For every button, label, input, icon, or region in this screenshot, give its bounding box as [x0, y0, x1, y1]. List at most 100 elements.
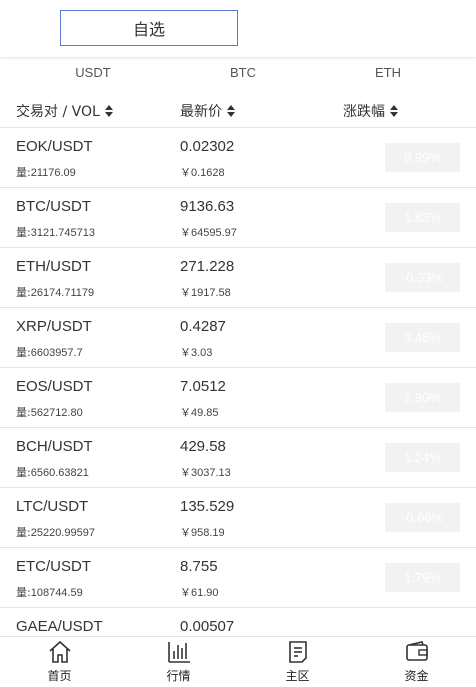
volume: 量:21176.09 [16, 164, 76, 180]
volume-prefix: 量: [16, 526, 31, 539]
change-badge: 9.99% [385, 143, 460, 172]
column-label-latest-price: 最新价 [180, 104, 222, 120]
bottom-nav: 首页 行情 主区 资金 [0, 636, 476, 687]
tab-eth[interactable]: ETH [338, 65, 438, 80]
market-list[interactable]: EOK/USDT 量:21176.09 0.02302 ￥0.1628 9.99% BTC… [0, 128, 476, 636]
tab-usdt[interactable]: USDT [43, 65, 143, 80]
volume-prefix: 量: [16, 586, 31, 599]
volume-prefix: 量: [16, 286, 31, 299]
pair-name: EOK/USDT [16, 138, 93, 155]
volume: 量:3121.745713 [16, 224, 95, 240]
nav-home-label: 首页 [47, 669, 72, 683]
volume: 量:562712.80 [16, 404, 83, 420]
latest-price: 0.02302 [180, 138, 235, 155]
cny-price: ￥0.1628 [180, 164, 225, 180]
latest-price: 7.0512 [180, 378, 226, 395]
column-header: 交易对 / VOL 最新价 涨跌幅 [0, 92, 476, 128]
table-row[interactable]: ETC/USDT 量:108744.59 8.755 ￥61.90 1.79% [0, 548, 476, 608]
top-bar: 自选 [0, 0, 476, 57]
cny-value: 0.1628 [191, 167, 225, 179]
pair-name: ETH/USDT [16, 258, 91, 275]
latest-price: 271.228 [180, 258, 235, 275]
volume-value: 21176.09 [30, 167, 76, 179]
currency-symbol: ￥ [180, 347, 191, 359]
cny-value: 61.90 [191, 587, 219, 599]
table-row[interactable]: ETH/USDT 量:26174.71179 271.228 ￥1917.58 -0.3… [0, 248, 476, 308]
nav-funds[interactable]: 资金 [357, 637, 476, 687]
currency-symbol: ￥ [180, 227, 191, 239]
nav-market-label: 行情 [166, 669, 191, 683]
currency-symbol: ￥ [180, 467, 191, 479]
cny-price: ￥3.03 [180, 344, 212, 360]
column-label-pair-vol: 交易对 / VOL [16, 104, 100, 120]
pair-name: BTC/USDT [16, 198, 91, 215]
sort-pair-vol[interactable]: 交易对 / VOL [16, 101, 114, 121]
change-badge: -0.66% [385, 503, 460, 532]
volume-value: 6560.63821 [30, 467, 89, 479]
cny-price: ￥61.90 [180, 584, 219, 600]
pair-name: EOS/USDT [16, 378, 93, 395]
table-row[interactable]: BTC/USDT 量:3121.745713 9136.63 ￥64595.97 1.8… [0, 188, 476, 248]
cny-price: ￥49.85 [180, 404, 219, 420]
cny-price: ￥64595.97 [180, 224, 237, 240]
latest-price: 429.58 [180, 438, 226, 455]
sort-icon [390, 104, 399, 118]
volume: 量:6603957.7 [16, 344, 83, 360]
cny-value: 49.85 [191, 407, 219, 419]
table-row[interactable]: LTC/USDT 量:25220.99597 135.529 ￥958.19 -0.66… [0, 488, 476, 548]
favorites-button[interactable]: 自选 [60, 10, 238, 46]
table-row[interactable]: EOS/USDT 量:562712.80 7.0512 ￥49.85 1.90% [0, 368, 476, 428]
volume-value: 26174.71179 [30, 287, 95, 299]
volume: 量:6560.63821 [16, 464, 89, 480]
tab-btc[interactable]: BTC [193, 65, 293, 80]
sort-latest-price[interactable]: 最新价 [180, 101, 236, 121]
currency-symbol: ￥ [180, 167, 191, 179]
table-row[interactable]: EOK/USDT 量:21176.09 0.02302 ￥0.1628 9.99% [0, 128, 476, 188]
cny-value: 3.03 [191, 347, 213, 359]
latest-price: 135.529 [180, 498, 235, 515]
volume-prefix: 量: [16, 406, 31, 419]
table-row[interactable]: XRP/USDT 量:6603957.7 0.4287 ￥3.03 3.48% [0, 308, 476, 368]
cny-price: ￥958.19 [180, 524, 225, 540]
market-tabs: USDT BTC ETH [0, 57, 476, 91]
change-badge: 3.48% [385, 323, 460, 352]
volume-prefix: 量: [16, 346, 31, 359]
change-badge: 1.24% [385, 443, 460, 472]
table-row[interactable]: GAEA/USDT 0.00507 [0, 608, 476, 636]
home-icon [48, 640, 71, 663]
cny-price: ￥3037.13 [180, 464, 231, 480]
change-badge: 1.83% [385, 203, 460, 232]
pair-name: ETC/USDT [16, 558, 91, 575]
volume-value: 562712.80 [30, 407, 83, 419]
nav-main-zone-label: 主区 [285, 669, 310, 683]
latest-price: 8.755 [180, 558, 218, 575]
latest-price: 0.4287 [180, 318, 226, 335]
cny-value: 1917.58 [191, 287, 231, 299]
currency-symbol: ￥ [180, 287, 191, 299]
cny-price: ￥1917.58 [180, 284, 231, 300]
nav-market[interactable]: 行情 [119, 637, 238, 687]
volume-value: 6603957.7 [30, 347, 83, 359]
table-row[interactable]: BCH/USDT 量:6560.63821 429.58 ￥3037.13 1.24% [0, 428, 476, 488]
volume: 量:108744.59 [16, 584, 83, 600]
nav-main-zone[interactable]: 主区 [238, 637, 357, 687]
sort-change[interactable]: 涨跌幅 [343, 101, 399, 121]
cny-value: 3037.13 [191, 467, 231, 479]
currency-symbol: ￥ [180, 527, 191, 539]
volume-prefix: 量: [16, 226, 31, 239]
change-badge: 1.90% [385, 383, 460, 412]
pair-name: XRP/USDT [16, 318, 92, 335]
change-badge: -0.33% [385, 263, 460, 292]
nav-home[interactable]: 首页 [0, 637, 119, 687]
change-badge: 1.79% [385, 563, 460, 592]
volume-value: 3121.745713 [30, 227, 95, 239]
cny-value: 64595.97 [191, 227, 237, 239]
sort-icon [227, 104, 236, 118]
volume-prefix: 量: [16, 166, 31, 179]
volume-value: 108744.59 [30, 587, 83, 599]
nav-funds-label: 资金 [404, 669, 429, 683]
currency-symbol: ￥ [180, 407, 191, 419]
volume: 量:25220.99597 [16, 524, 95, 540]
chart-bars-icon [167, 642, 190, 663]
latest-price: 0.00507 [180, 618, 235, 635]
